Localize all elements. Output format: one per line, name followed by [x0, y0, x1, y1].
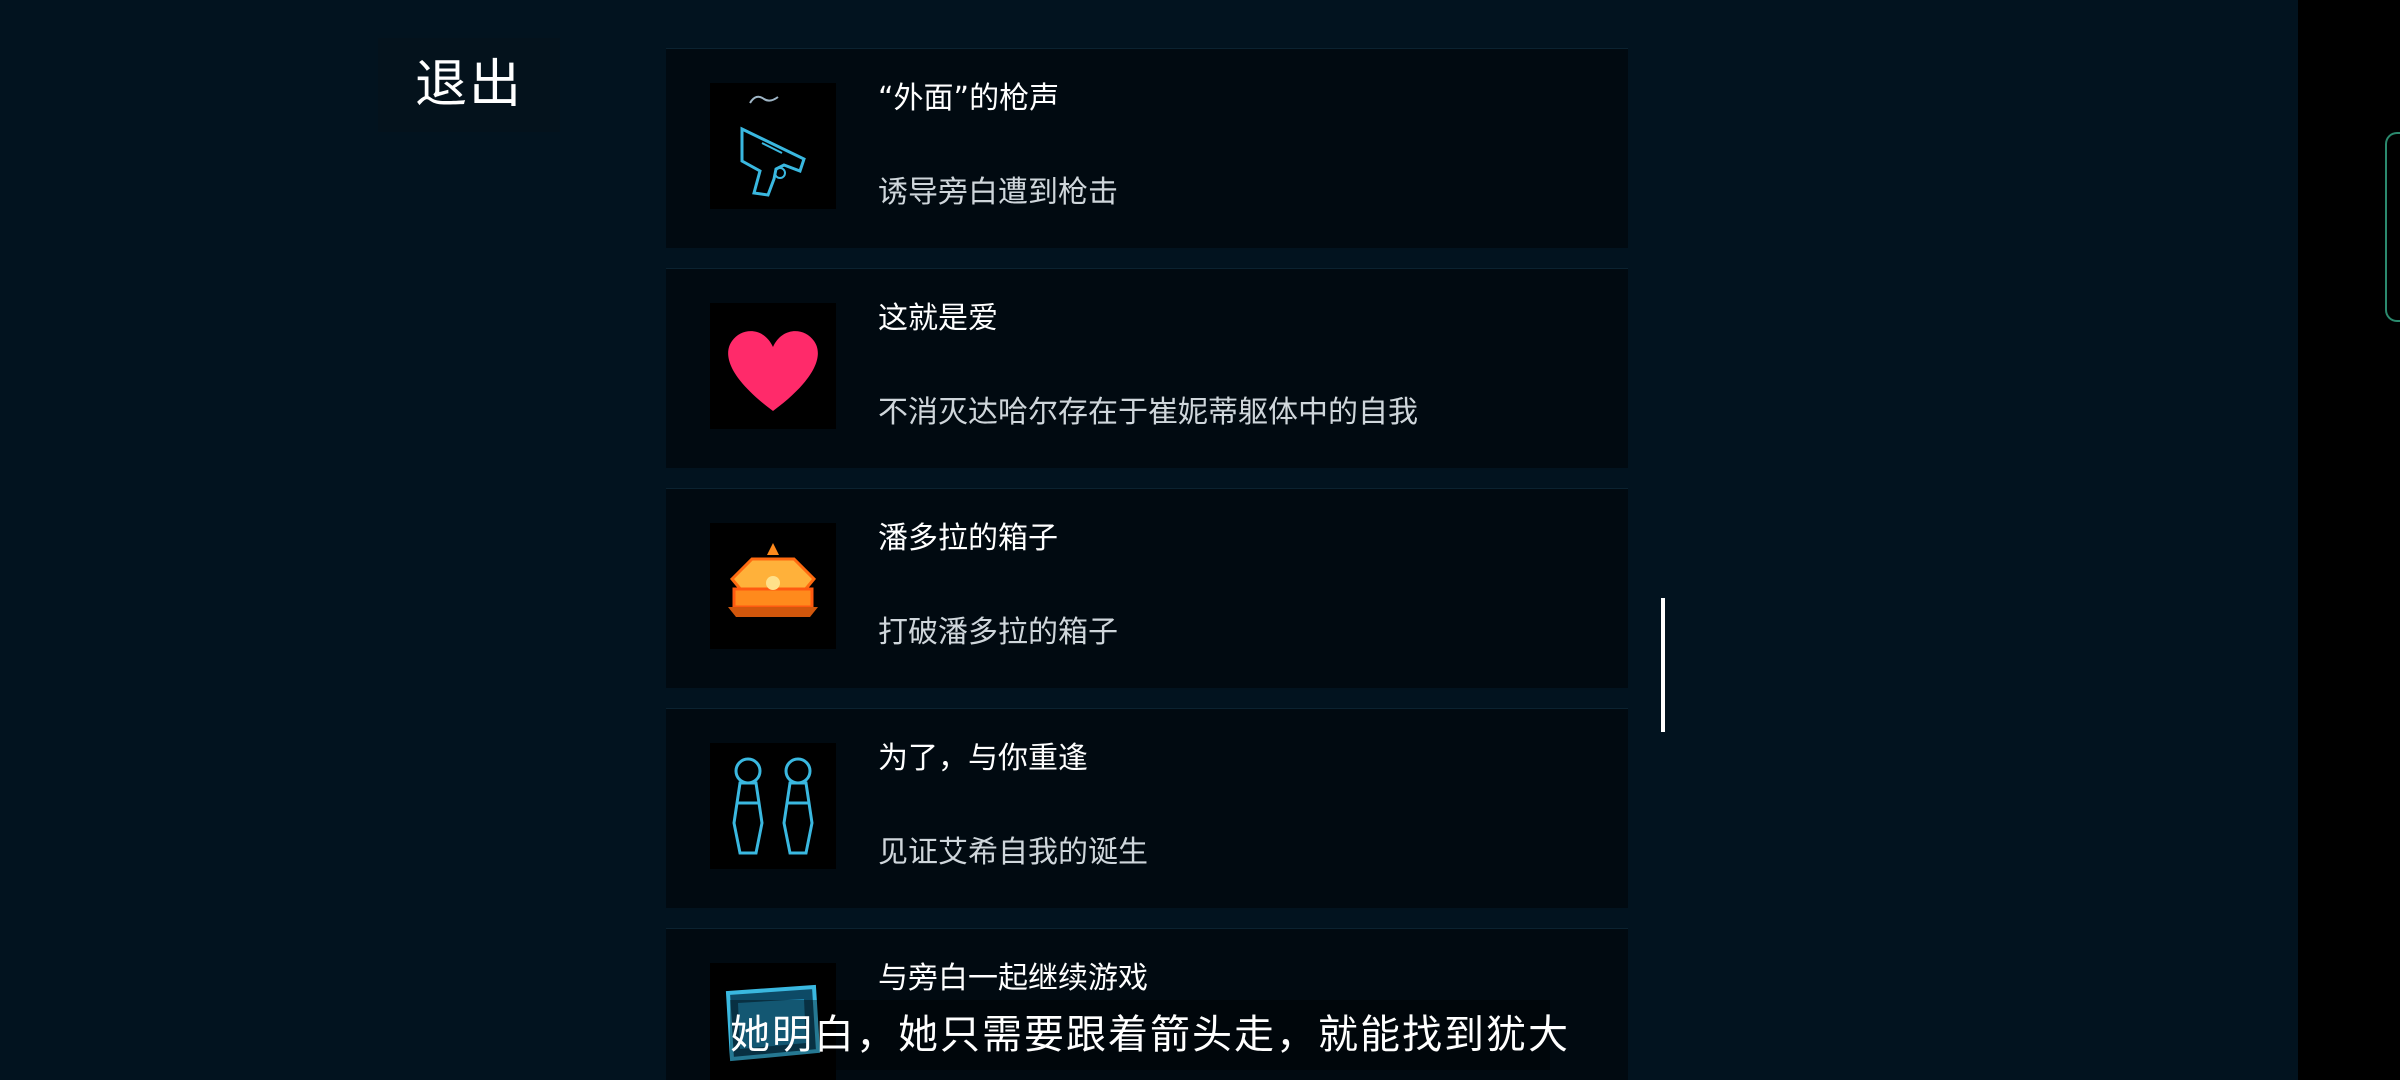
achievement-title: 与旁白一起继续游戏	[878, 961, 1148, 996]
pistol-icon	[710, 83, 836, 209]
achievement-list[interactable]: “外面”的枪声 诱导旁白遭到枪击 这就是爱 不消灭达哈尔存在于崔妮蒂躯体中的自我	[666, 48, 1628, 1080]
edge-panel-handle[interactable]	[2385, 132, 2400, 322]
achievement-description: 诱导旁白遭到枪击	[878, 175, 1118, 210]
achievement-description: 见证艾希自我的诞生	[878, 835, 1148, 870]
achievements-screen: 退出 “外面”的枪声 诱导旁白遭到枪击 这就是爱 不消灭达哈尔存在于崔妮蒂躯体中…	[0, 0, 2400, 1080]
achievement-card[interactable]: 这就是爱 不消灭达哈尔存在于崔妮蒂躯体中的自我	[666, 268, 1628, 468]
achievement-title: 这就是爱	[878, 301, 998, 336]
treasure-box-icon	[710, 523, 836, 649]
achievement-card[interactable]: “外面”的枪声 诱导旁白遭到枪击	[666, 48, 1628, 248]
achievement-card[interactable]: 为了，与你重逢 见证艾希自我的诞生	[666, 708, 1628, 908]
scrollbar[interactable]	[1661, 598, 1665, 732]
achievement-title: 为了，与你重逢	[878, 741, 1088, 776]
achievement-title: “外面”的枪声	[878, 81, 1060, 116]
heart-icon	[710, 303, 836, 429]
achievement-card[interactable]: 潘多拉的箱子 打破潘多拉的箱子	[666, 488, 1628, 688]
achievement-title: 潘多拉的箱子	[878, 521, 1058, 556]
achievement-description: 不消灭达哈尔存在于崔妮蒂躯体中的自我	[878, 395, 1418, 430]
twin-figures-icon	[710, 743, 836, 869]
subtitle-text: 她明白，她只需要跟着箭头走，就能找到犹大	[730, 1000, 1568, 1070]
exit-button[interactable]: 退出	[378, 38, 560, 132]
achievement-description: 打破潘多拉的箱子	[878, 615, 1118, 650]
